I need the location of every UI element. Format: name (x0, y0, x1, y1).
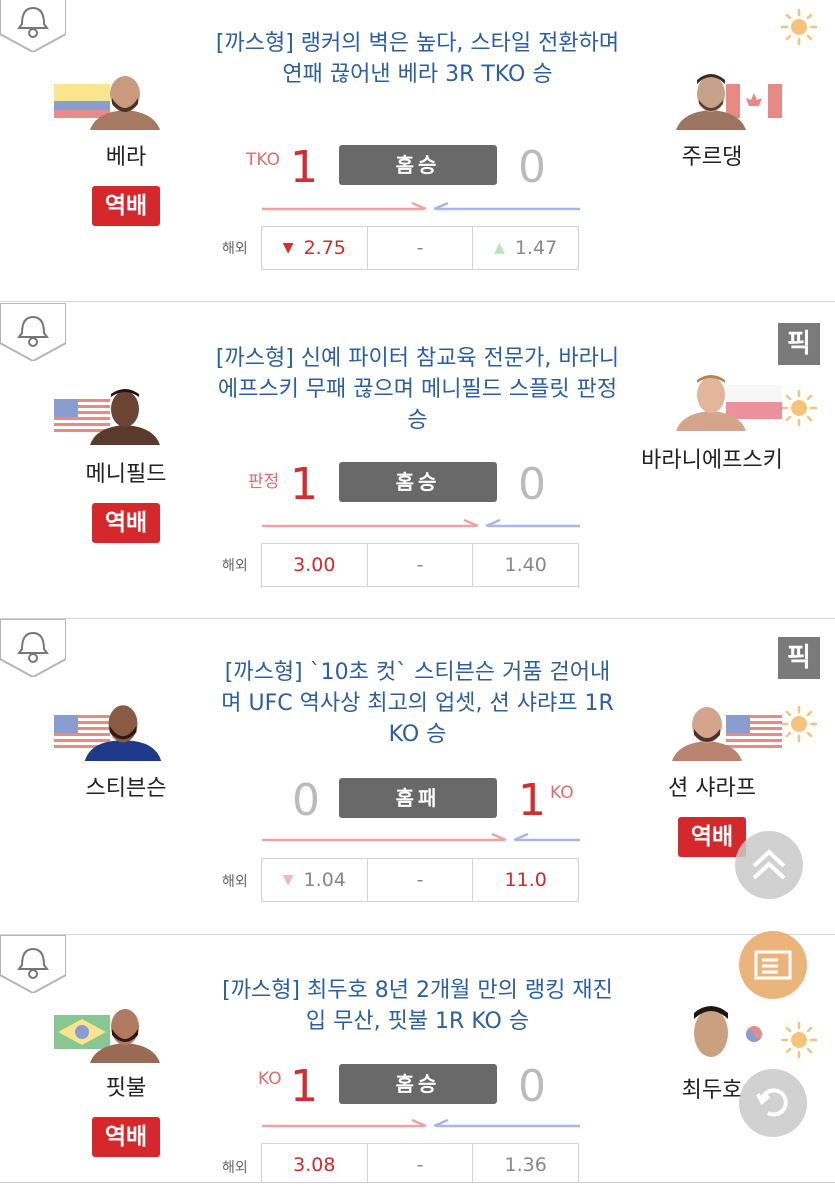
odds-table: ▼ 2.75 - ▲ 1.47 (261, 226, 579, 270)
match-result-label: 홈패 (339, 778, 497, 818)
down-triangle-icon: ▼ (282, 240, 294, 256)
fighter-avatar[interactable] (672, 1003, 750, 1063)
away-fighter-name[interactable]: 주르댕 (642, 142, 782, 174)
home-odds[interactable]: ▼ 1.04 (262, 859, 368, 901)
underdog-badge: 역배 (92, 186, 160, 226)
home-fighter-name[interactable]: 베라 (56, 142, 196, 174)
bell-icon[interactable] (0, 303, 66, 361)
win-method: KO (550, 783, 574, 803)
home-score: 0 (292, 775, 320, 826)
home-fighter-name[interactable]: 메니필드 (56, 459, 196, 491)
sun-icon (780, 1021, 818, 1059)
odds-table: 3.08 - 1.36 (261, 1143, 579, 1187)
match-result-label: 홈승 (339, 462, 497, 502)
win-method: 판정 (248, 472, 280, 492)
win-method: KO (258, 1069, 282, 1089)
home-score: 1 (290, 1061, 318, 1112)
away-fighter-name[interactable]: 바라니에프스키 (632, 445, 792, 477)
home-score: 1 (290, 459, 318, 510)
draw-odds[interactable]: - (368, 544, 474, 586)
odds-trend-arrows (262, 201, 580, 211)
match-card-4[interactable]: [까스형] 최두호 8년 2개월 만의 랭킹 재진입 무산, 핏불 1R KO … (0, 935, 835, 1187)
pick-badge: 픽 (778, 323, 820, 365)
odds-table: ▼ 1.04 - 11.0 (261, 858, 579, 902)
refresh-button[interactable] (738, 1068, 808, 1138)
odds-table: 3.00 - 1.40 (261, 543, 579, 587)
away-score: 0 (518, 459, 546, 510)
scroll-top-button[interactable] (734, 830, 804, 900)
match-headline[interactable]: [까스형] 랭커의 벽은 높다, 스타일 전환하며 연패 끊어낸 베라 3R T… (215, 28, 620, 90)
pick-badge: 픽 (778, 637, 820, 679)
sun-icon (780, 705, 818, 743)
bell-icon[interactable] (0, 619, 66, 677)
away-score: 0 (518, 1061, 546, 1112)
home-fighter-name[interactable]: 핏불 (56, 1073, 196, 1105)
sun-icon (780, 8, 818, 46)
away-score: 0 (518, 142, 546, 193)
away-score: 1 (518, 775, 546, 826)
match-card-1[interactable]: [까스형] 랭커의 벽은 높다, 스타일 전환하며 연패 끊어낸 베라 3R T… (0, 0, 835, 302)
away-odds[interactable]: 11.0 (473, 859, 578, 901)
fighter-avatar[interactable] (672, 70, 750, 130)
underdog-badge: 역배 (92, 1117, 160, 1157)
fighter-avatar[interactable] (672, 371, 750, 431)
draw-odds[interactable]: - (368, 859, 474, 901)
match-result-label: 홈승 (339, 1064, 497, 1104)
win-method: TKO (246, 150, 280, 170)
odds-label: 해외 (222, 874, 248, 890)
match-card-3[interactable]: [까스형] `10초 컷` 스티븐슨 거품 걷어내며 UFC 역사상 최고의 업… (0, 619, 835, 935)
away-odds[interactable]: 1.36 (473, 1144, 578, 1186)
fighter-avatar[interactable] (86, 1003, 164, 1063)
sun-icon (780, 389, 818, 427)
odds-trend-arrows (262, 1118, 580, 1128)
menu-list-button[interactable] (738, 930, 808, 1000)
odds-trend-arrows (262, 832, 580, 842)
home-odds[interactable]: 3.00 (262, 544, 368, 586)
match-card-2[interactable]: [까스형] 신예 파이터 참교육 전문가, 바라니에프스키 무패 끊으며 메니필… (0, 303, 835, 619)
odds-label: 해외 (222, 241, 248, 257)
home-score: 1 (290, 142, 318, 193)
away-odds[interactable]: ▲ 1.47 (473, 227, 578, 269)
up-triangle-icon: ▲ (494, 240, 505, 256)
odds-trend-arrows (262, 518, 580, 528)
underdog-badge: 역배 (92, 503, 160, 543)
away-odds[interactable]: 1.40 (473, 544, 578, 586)
home-odds[interactable]: 3.08 (262, 1144, 368, 1186)
home-fighter-name[interactable]: 스티븐슨 (56, 773, 196, 805)
home-odds[interactable]: ▼ 2.75 (262, 227, 368, 269)
bell-icon[interactable] (0, 935, 66, 993)
bottom-divider (0, 1182, 835, 1192)
match-result-label: 홈승 (339, 145, 497, 185)
match-headline[interactable]: [까스형] 신예 파이터 참교육 전문가, 바라니에프스키 무패 끊으며 메니필… (215, 343, 620, 436)
bell-icon[interactable] (0, 0, 66, 52)
down-triangle-icon: ▼ (282, 872, 294, 888)
fighter-avatar[interactable] (76, 699, 170, 761)
draw-odds[interactable]: - (368, 227, 474, 269)
fighter-avatar[interactable] (86, 385, 164, 445)
odds-label: 해외 (222, 558, 248, 574)
draw-odds[interactable]: - (368, 1144, 474, 1186)
fighter-avatar[interactable] (86, 70, 164, 130)
fighter-avatar[interactable] (668, 701, 746, 761)
match-headline[interactable]: [까스형] 최두호 8년 2개월 만의 랭킹 재진입 무산, 핏불 1R KO … (215, 975, 620, 1037)
odds-label: 해외 (222, 1160, 248, 1176)
match-headline[interactable]: [까스형] `10초 컷` 스티븐슨 거품 걷어내며 UFC 역사상 최고의 업… (215, 657, 620, 750)
away-fighter-name[interactable]: 션 샤라프 (642, 773, 782, 805)
